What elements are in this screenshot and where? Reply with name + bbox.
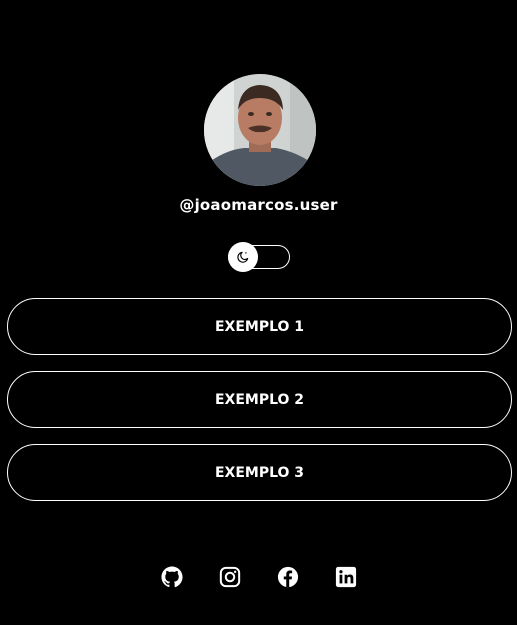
link-list: EXEMPLO 1 EXEMPLO 2 EXEMPLO 3 — [7, 298, 512, 517]
facebook-icon — [277, 566, 298, 588]
link-button-exemplo-2[interactable]: EXEMPLO 2 — [7, 371, 512, 428]
facebook-link[interactable] — [277, 566, 299, 588]
avatar — [204, 74, 316, 186]
instagram-link[interactable] — [219, 566, 241, 588]
github-icon — [160, 566, 183, 588]
instagram-icon — [219, 566, 240, 588]
username: @joaomarcos.user — [179, 196, 338, 214]
linktree-page: @joaomarcos.user EXEMPLO 1 EXEMPLO 2 EXE… — [0, 0, 517, 625]
linkedin-icon — [335, 566, 356, 588]
linkedin-link[interactable] — [335, 566, 357, 588]
social-links — [0, 566, 517, 588]
theme-toggle[interactable] — [228, 242, 290, 272]
toggle-knob[interactable] — [228, 242, 258, 272]
github-link[interactable] — [160, 566, 183, 588]
link-button-exemplo-1[interactable]: EXEMPLO 1 — [7, 298, 512, 355]
link-button-exemplo-3[interactable]: EXEMPLO 3 — [7, 444, 512, 501]
moon-icon — [237, 251, 249, 263]
profile-photo — [204, 74, 316, 186]
